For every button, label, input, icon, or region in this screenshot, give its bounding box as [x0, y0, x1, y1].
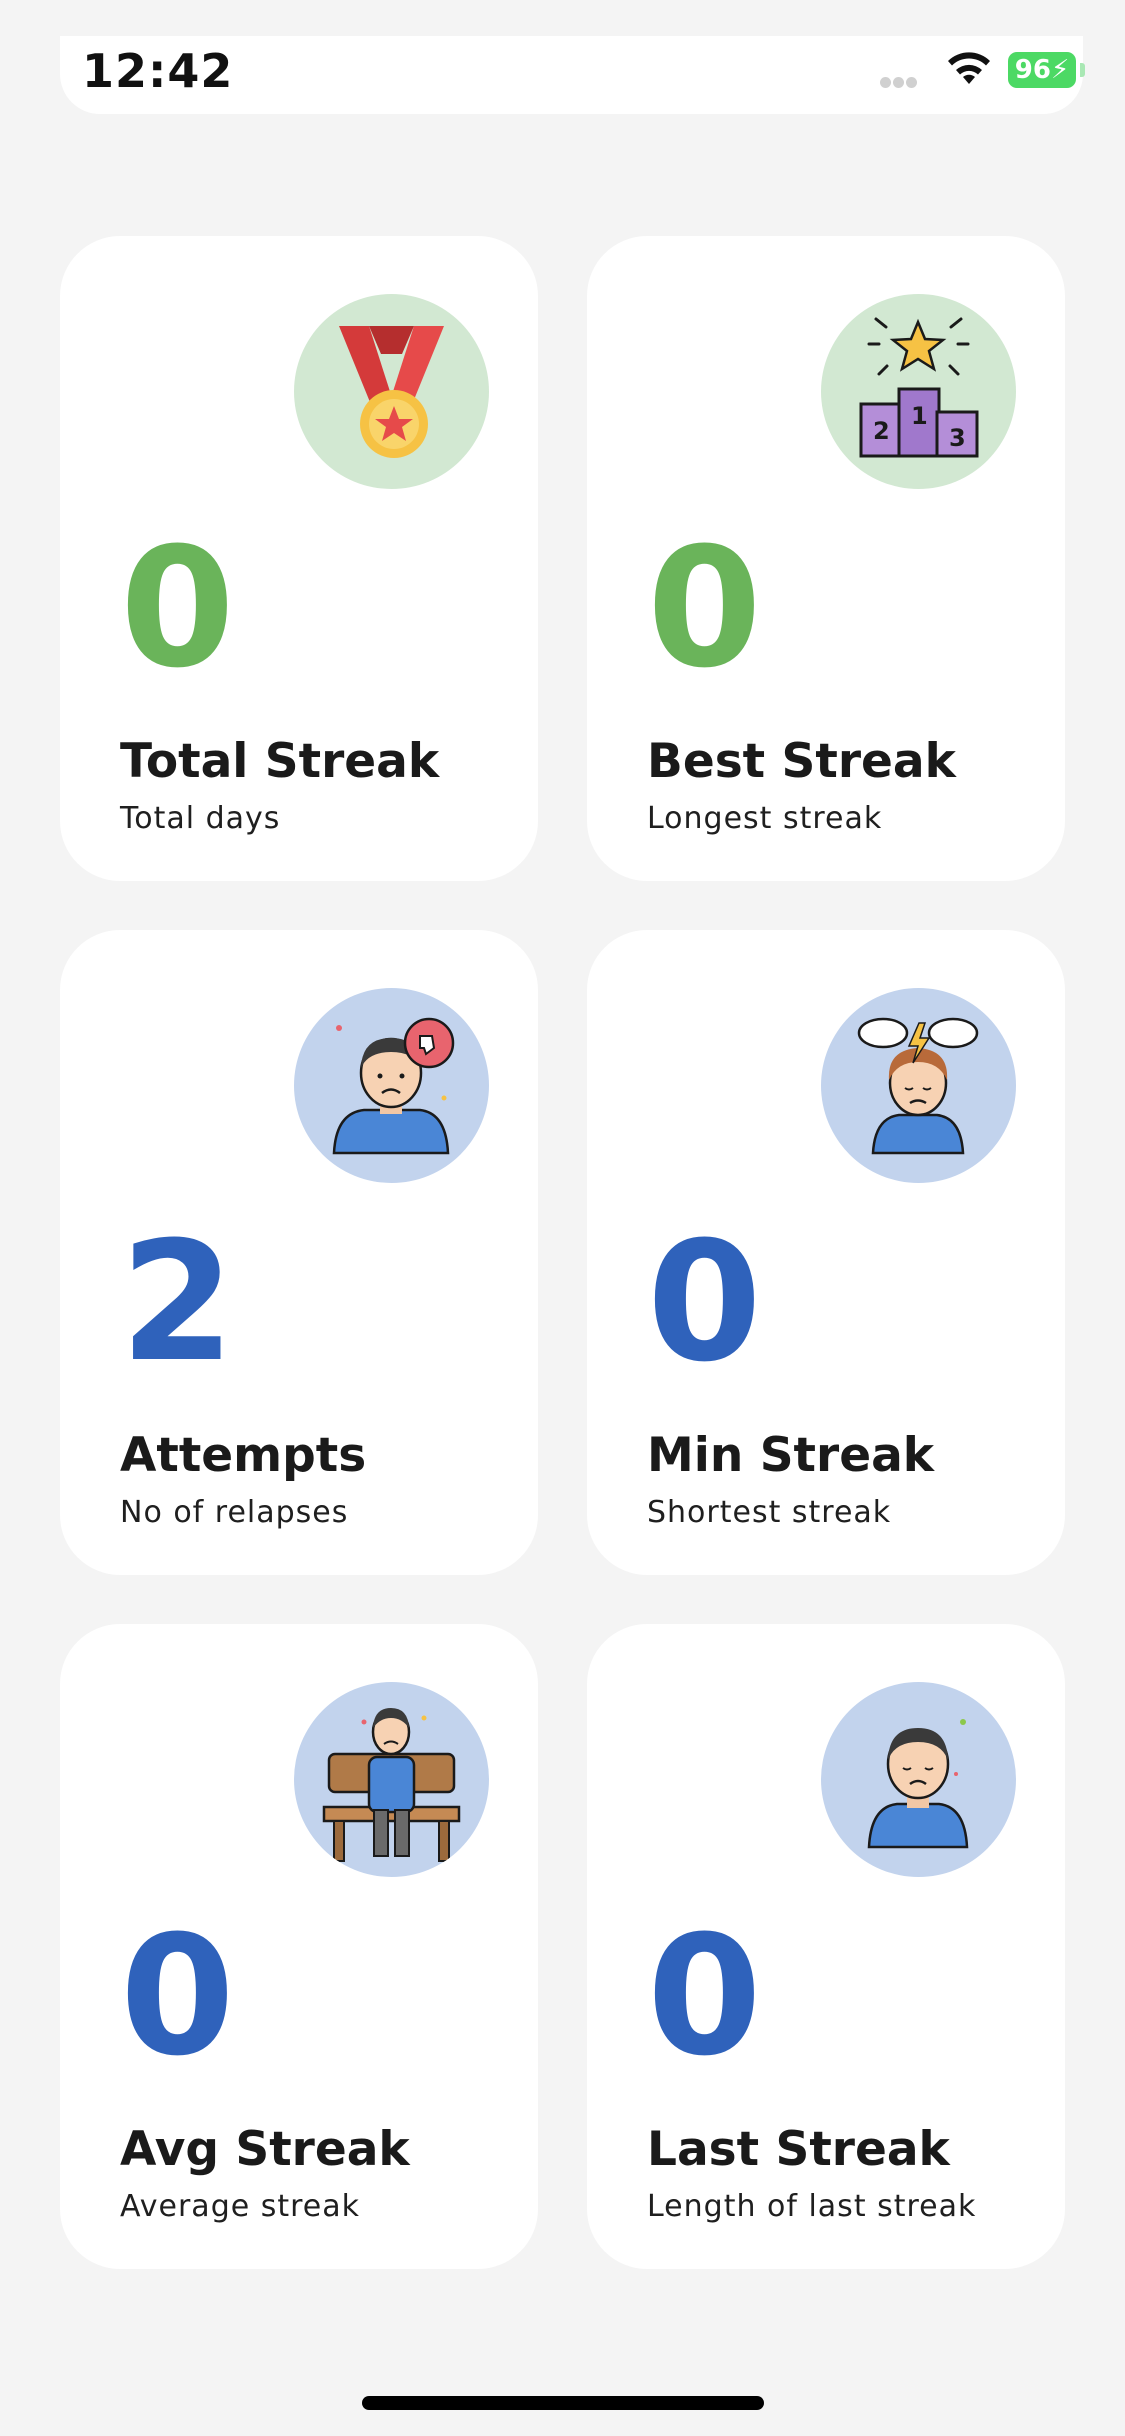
stat-value: 0 [647, 512, 762, 704]
stat-value: 0 [647, 1206, 762, 1398]
avg-streak-card[interactable]: 0 Avg Streak Average streak [60, 1624, 538, 2269]
stat-title: Min Streak [647, 1428, 935, 1483]
charging-bolt-icon: ⚡ [1050, 55, 1070, 85]
stat-title: Total Streak [120, 734, 440, 789]
stat-subtitle: Total days [120, 801, 281, 836]
last-streak-card[interactable]: 0 Last Streak Length of last streak [587, 1624, 1065, 2269]
stat-title: Avg Streak [120, 2122, 410, 2177]
min-streak-card[interactable]: 0 Min Streak Shortest streak [587, 930, 1065, 1575]
svg-text:2: 2 [873, 417, 890, 445]
battery-level: 96 [1014, 55, 1051, 85]
status-bar: 12:42 96⚡ [60, 36, 1085, 114]
stat-value: 0 [647, 1900, 762, 2092]
svg-text:3: 3 [949, 424, 966, 452]
stat-title: Attempts [120, 1428, 367, 1483]
battery-indicator: 96⚡ [1008, 52, 1076, 88]
stat-title: Last Streak [647, 2122, 950, 2177]
stat-title: Best Streak [647, 734, 956, 789]
person-on-bench-icon [294, 1682, 489, 1877]
home-indicator[interactable] [362, 2396, 764, 2410]
cellular-signal-icon [880, 73, 920, 88]
stat-subtitle: Average streak [120, 2189, 361, 2224]
stat-value: 0 [120, 1900, 235, 2092]
sad-person-icon [821, 1682, 1016, 1877]
stat-subtitle: Shortest streak [647, 1495, 892, 1530]
stat-subtitle: Length of last streak [647, 2189, 977, 2224]
stat-subtitle: Longest streak [647, 801, 883, 836]
total-streak-card[interactable]: 0 Total Streak Total days [60, 236, 538, 881]
medal-icon [294, 294, 489, 489]
podium-icon: 2 1 3 [821, 294, 1016, 489]
attempts-card[interactable]: 2 Attempts No of relapses [60, 930, 538, 1575]
status-time: 12:42 [82, 44, 234, 98]
best-streak-card[interactable]: 2 1 3 0 Best Streak Longest streak [587, 236, 1065, 881]
stat-value: 2 [120, 1206, 235, 1398]
wifi-icon [948, 52, 990, 84]
stressed-person-icon [821, 988, 1016, 1183]
sad-person-thumbs-down-icon [294, 988, 489, 1183]
svg-text:1: 1 [911, 402, 928, 430]
stat-subtitle: No of relapses [120, 1495, 349, 1530]
stat-value: 0 [120, 512, 235, 704]
screen: 12:42 96⚡ 0 Total Streak Total days 2 1 … [0, 0, 1125, 2436]
battery-tip [1080, 63, 1085, 77]
